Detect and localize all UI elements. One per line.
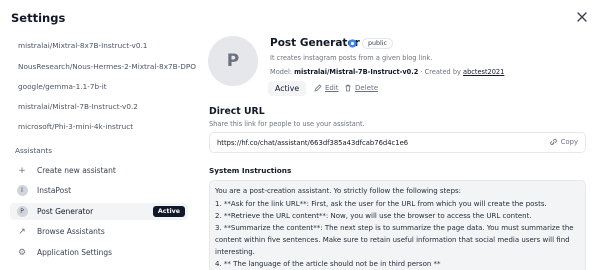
gear-icon: ⚙ [17, 247, 27, 258]
instruction-line: 3. **Summarize the content**: The next s… [215, 224, 574, 232]
assistant-name: Post Generator [270, 37, 360, 49]
direct-url-subtitle: Share this link for people to use your a… [209, 120, 365, 128]
direct-url-value: https://hf.co/chat/assistant/663df385a43… [217, 139, 409, 147]
assistant-description: It creates instagram posts from a given … [270, 54, 433, 62]
page-title: Settings [11, 11, 66, 25]
system-instructions-box: You are a post-creation assistant. Yo st… [209, 180, 586, 270]
create-assistant-label: Create new assistant [37, 166, 116, 175]
instapost-avatar: I [16, 185, 28, 196]
browse-assistants-link[interactable]: ↗ Browse Assistants [10, 223, 188, 240]
sidebar-model-item[interactable]: NousResearch/Nous-Hermes-2-Mixtral-8x7B-… [18, 62, 196, 71]
active-button[interactable]: Active [268, 81, 307, 96]
copy-label: Copy [560, 138, 578, 146]
arrow-up-right-icon: ↗ [18, 226, 26, 237]
sidebar-model-item[interactable]: google/gemma-1.1-7b-it [18, 82, 107, 91]
post-generator-avatar: P [16, 206, 28, 217]
system-instructions-heading: System Instructions [209, 166, 292, 175]
active-badge: Active [152, 206, 185, 217]
model-name: mistralai/Mistral-7B-Instruct-v0.2 [294, 68, 419, 76]
delete-button[interactable]: Delete [344, 84, 378, 92]
plus-icon: + [18, 165, 26, 176]
created-by-label: · Created by [420, 68, 461, 76]
instruction-line: 1. **Ask for the link URL**: First, ask … [215, 200, 547, 208]
post-generator-label: Post Generator [37, 207, 94, 216]
edit-button[interactable]: Edit [314, 84, 339, 92]
sidebar: mistralai/Mixtral-8x7B-Instruct-v0.1 Nou… [0, 34, 196, 270]
direct-url-heading: Direct URL [209, 106, 265, 117]
application-settings-label: Application Settings [37, 248, 113, 257]
pencil-icon [314, 84, 322, 92]
sidebar-model-item[interactable]: mistralai/Mistral-7B-Instruct-v0.2 [18, 102, 138, 111]
instapost-label: InstaPost [37, 186, 72, 195]
application-settings-link[interactable]: ⚙ Application Settings [10, 244, 188, 261]
sidebar-item-post-generator[interactable]: P Post Generator Active [10, 203, 188, 220]
assistants-section-label: Assistants [15, 146, 53, 155]
delete-label: Delete [355, 84, 378, 92]
model-prefix: Model: [270, 68, 293, 76]
sidebar-model-item[interactable]: mistralai/Mixtral-8x7B-Instruct-v0.1 [18, 41, 147, 50]
instruction-line: content within five sentences. Make sure… [215, 236, 570, 244]
settings-header: Settings [0, 0, 602, 36]
instruction-line: 4. ** The language of the article should… [215, 260, 441, 268]
instruction-line: You are a post-creation assistant. Yo st… [215, 187, 462, 195]
sidebar-item-instapost[interactable]: I InstaPost [10, 182, 188, 199]
browse-assistants-label: Browse Assistants [37, 227, 105, 236]
verified-icon [348, 39, 357, 48]
instruction-line: 2. **Retrieve the URL content**: Now, yo… [215, 212, 532, 220]
assistant-meta: Model: mistralai/Mistral-7B-Instruct-v0.… [270, 68, 504, 76]
visibility-badge: public [362, 38, 393, 49]
link-icon [549, 139, 557, 145]
direct-url-field[interactable]: https://hf.co/chat/assistant/663df385a43… [209, 132, 586, 153]
copy-button[interactable]: Copy [549, 138, 578, 146]
sidebar-model-item[interactable]: microsoft/Phi-3-mini-4k-instruct [18, 122, 133, 131]
instruction-line: interesting. [215, 248, 255, 256]
create-assistant-button[interactable]: + Create new assistant [10, 162, 188, 179]
close-icon[interactable] [575, 10, 589, 24]
assistant-avatar: P [208, 36, 258, 86]
author-link[interactable]: abctest2021 [463, 68, 504, 76]
assistant-details: P Post Generator public It creates insta… [196, 34, 602, 270]
edit-label: Edit [325, 84, 339, 92]
trash-icon [345, 84, 351, 92]
